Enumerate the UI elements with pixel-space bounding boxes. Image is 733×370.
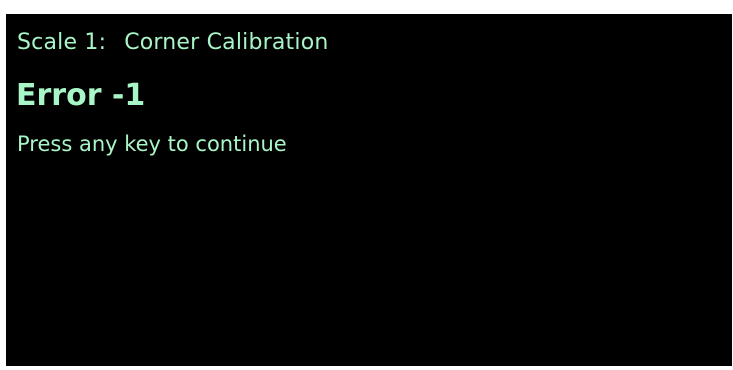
screen-header: Scale 1: Corner Calibration: [17, 30, 329, 56]
mode-title: Corner Calibration: [124, 30, 329, 55]
scale-label: Scale 1:: [17, 30, 107, 55]
display-screen: Scale 1: Corner Calibration Error -1 Pres…: [6, 14, 732, 366]
continue-prompt: Press any key to continue: [17, 132, 287, 156]
error-message: Error -1: [16, 78, 146, 113]
